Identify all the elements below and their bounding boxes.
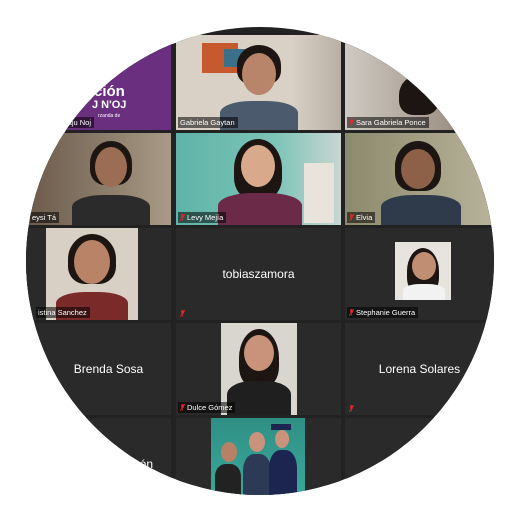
mic-muted-icon <box>349 214 354 221</box>
participant-name-label: jaju Noj <box>64 117 95 128</box>
participant-tile-3[interactable]: Sara Gabriela Ponce <box>345 35 494 130</box>
mic-muted-icon <box>349 309 354 316</box>
mic-muted-icon <box>180 214 185 221</box>
logo-text-3: rzanda de <box>98 113 121 119</box>
participant-mic-label <box>178 309 188 318</box>
participant-tile-10[interactable]: Brenda Sosa <box>26 323 171 415</box>
participant-display-name: Brenda Sosa <box>73 362 144 376</box>
participant-display-name: tobiaszamora <box>222 267 295 281</box>
logo-text-1: ción <box>94 83 125 100</box>
participant-tile-12[interactable]: Lorena Solares <box>345 323 494 415</box>
participant-tile-15[interactable] <box>345 418 494 495</box>
participant-name-label: istina Sanchez <box>36 307 90 318</box>
mic-muted-icon <box>349 119 354 126</box>
participant-tile-2[interactable]: Gabriela Gaytan <box>176 35 341 130</box>
participant-name-label: Sara Gabriela Ponce <box>347 117 429 128</box>
participant-name-label: Levy Mejía <box>178 212 227 223</box>
mic-muted-icon <box>180 404 185 411</box>
participant-grid: ción J N'OJ rzanda de jaju Noj Gabriela … <box>26 27 494 495</box>
participant-name-label: eysi Tá <box>30 212 60 223</box>
participant-tile-9[interactable]: Stephanie Guerra <box>345 228 494 320</box>
participant-video <box>176 35 341 130</box>
participant-tile-8[interactable]: tobiaszamora <box>176 228 341 320</box>
participant-name-label: Gabriela Gaytan <box>178 117 238 128</box>
mic-muted-icon <box>349 405 354 412</box>
participant-photo <box>395 242 451 300</box>
participant-tile-5[interactable]: Levy Mejía <box>176 133 341 225</box>
participant-mic-label <box>347 404 357 413</box>
participant-name-label: Elvia <box>347 212 376 223</box>
participant-tile-4[interactable]: eysi Tá <box>26 133 171 225</box>
logo-text-2: J N'OJ <box>92 99 127 111</box>
participant-tile-7[interactable]: istina Sanchez <box>26 228 171 320</box>
participant-tile-6[interactable]: Elvia <box>345 133 494 225</box>
participant-display-name: ón <box>139 457 153 471</box>
participant-tile-11[interactable]: Dulce Gómez <box>176 323 341 415</box>
participant-tile-14[interactable] <box>176 418 341 495</box>
mic-muted-icon <box>180 310 185 317</box>
participant-display-name: Lorena Solares <box>378 362 461 376</box>
participant-tile-13[interactable]: ón <box>26 418 171 495</box>
participant-name-label: Dulce Gómez <box>178 402 236 413</box>
participant-photo <box>211 418 305 495</box>
participant-name-label: Stephanie Guerra <box>347 307 419 318</box>
video-call-circle-crop: ción J N'OJ rzanda de jaju Noj Gabriela … <box>26 27 494 495</box>
participant-tile-1[interactable]: ción J N'OJ rzanda de jaju Noj <box>26 35 171 130</box>
